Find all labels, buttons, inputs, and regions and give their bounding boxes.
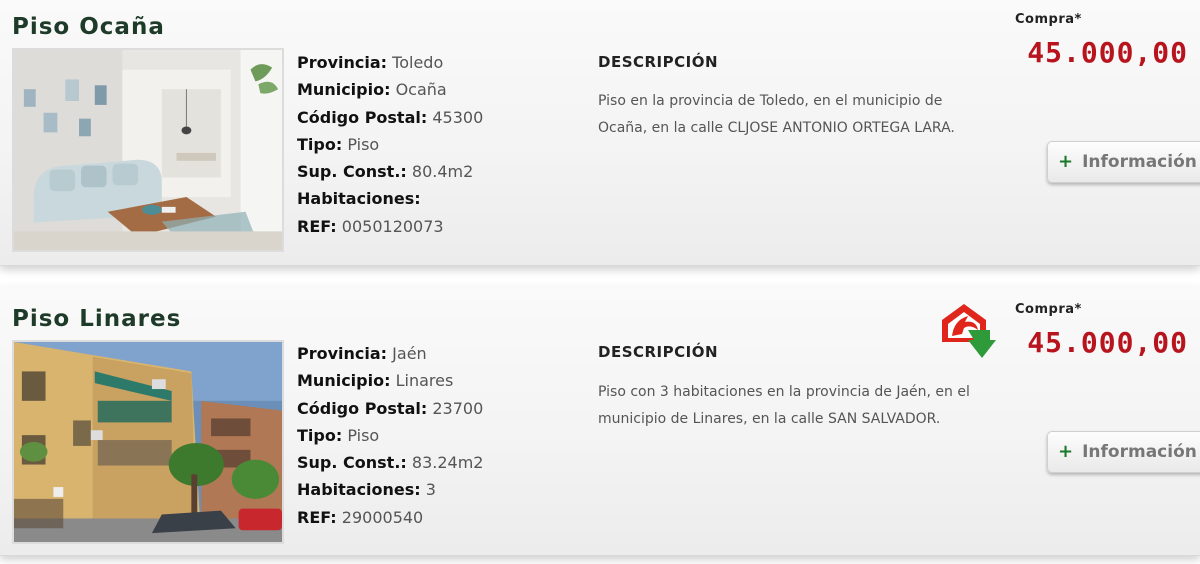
spec-label: Habitaciones:	[297, 480, 421, 500]
spec-value: 83.24m2	[411, 453, 484, 473]
spec-codigo-postal: Código Postal: 45300	[297, 104, 483, 131]
property-listing: Piso Linares Provincia: Jaén Municipio: …	[0, 286, 1200, 556]
info-button-label: Información	[1082, 152, 1197, 172]
spec-value: 80.4m2	[411, 162, 474, 182]
spec-label: Provincia:	[297, 344, 388, 363]
spec-value: Toledo	[392, 53, 444, 72]
listing-specs: Provincia: Toledo Municipio: Ocaña Códig…	[297, 49, 483, 240]
spec-label: Habitaciones:	[297, 189, 421, 209]
description-heading: DESCRIPCIÓN	[598, 343, 719, 361]
spec-codigo-postal: Código Postal: 23700	[297, 395, 483, 422]
description-heading: DESCRIPCIÓN	[598, 53, 719, 71]
spec-value: 23700	[432, 398, 484, 418]
spec-habitaciones: Habitaciones: 3	[297, 476, 483, 503]
house-arrow-logo-icon	[938, 300, 1000, 362]
info-button[interactable]: + Información	[1047, 141, 1200, 183]
spec-label: REF:	[297, 216, 337, 236]
spec-label: Sup. Const.:	[297, 453, 407, 473]
spec-ref: REF: 0050120073	[297, 213, 483, 240]
spec-label: Municipio:	[297, 80, 391, 100]
plus-icon: +	[1058, 151, 1074, 172]
spec-label: Código Postal:	[297, 107, 428, 127]
spec-value: Piso	[347, 425, 380, 445]
description-text: Piso en la provincia de Toledo, en el mu…	[598, 93, 955, 136]
spec-label: Municipio:	[297, 371, 391, 391]
listing-title[interactable]: Piso Ocaña	[12, 14, 165, 40]
price-label: Compra*	[1015, 302, 1082, 317]
spec-label: REF:	[297, 507, 337, 527]
spec-value: Linares	[395, 371, 454, 391]
spec-label: Código Postal:	[297, 398, 428, 418]
spec-value: 29000540	[341, 507, 424, 527]
spec-value: Piso	[347, 134, 380, 154]
spec-superficie: Sup. Const.: 80.4m2	[297, 158, 483, 185]
price-value: 45.000,00	[1027, 36, 1188, 69]
spec-value: 0050120073	[341, 216, 444, 236]
spec-value: 3	[425, 480, 436, 500]
spec-tipo: Tipo: Piso	[297, 422, 483, 449]
listing-photo[interactable]	[12, 340, 284, 544]
spec-value: Ocaña	[395, 80, 447, 100]
plus-icon: +	[1058, 441, 1074, 462]
spec-municipio: Municipio: Linares	[297, 367, 483, 394]
spec-provincia: Provincia: Toledo	[297, 49, 483, 76]
spec-label: Tipo:	[297, 134, 343, 154]
price-value: 45.000,00	[1027, 326, 1188, 359]
info-button-label: Información	[1082, 442, 1197, 462]
spec-label: Tipo:	[297, 425, 343, 445]
spec-value: 45300	[432, 107, 484, 127]
listing-title[interactable]: Piso Linares	[12, 306, 181, 332]
spec-ref: REF: 29000540	[297, 504, 483, 531]
spec-habitaciones: Habitaciones:	[297, 185, 483, 212]
spec-label: Sup. Const.:	[297, 162, 407, 182]
price-label: Compra*	[1015, 12, 1082, 27]
spec-label: Provincia:	[297, 53, 388, 72]
listing-photo[interactable]	[12, 48, 284, 252]
property-listing: Piso Ocaña Provincia: Toledo Municipio: …	[0, 0, 1200, 266]
spec-municipio: Municipio: Ocaña	[297, 76, 483, 103]
spec-provincia: Provincia: Jaén	[297, 340, 483, 367]
info-button[interactable]: + Información	[1047, 431, 1200, 473]
building-facade-photo	[14, 342, 282, 542]
spec-value: Jaén	[392, 344, 427, 363]
spec-superficie: Sup. Const.: 83.24m2	[297, 449, 483, 476]
description-text: Piso con 3 habitaciones en la provincia …	[598, 384, 970, 427]
listing-specs: Provincia: Jaén Municipio: Linares Códig…	[297, 340, 483, 531]
spec-tipo: Tipo: Piso	[297, 131, 483, 158]
living-room-photo	[14, 50, 282, 250]
